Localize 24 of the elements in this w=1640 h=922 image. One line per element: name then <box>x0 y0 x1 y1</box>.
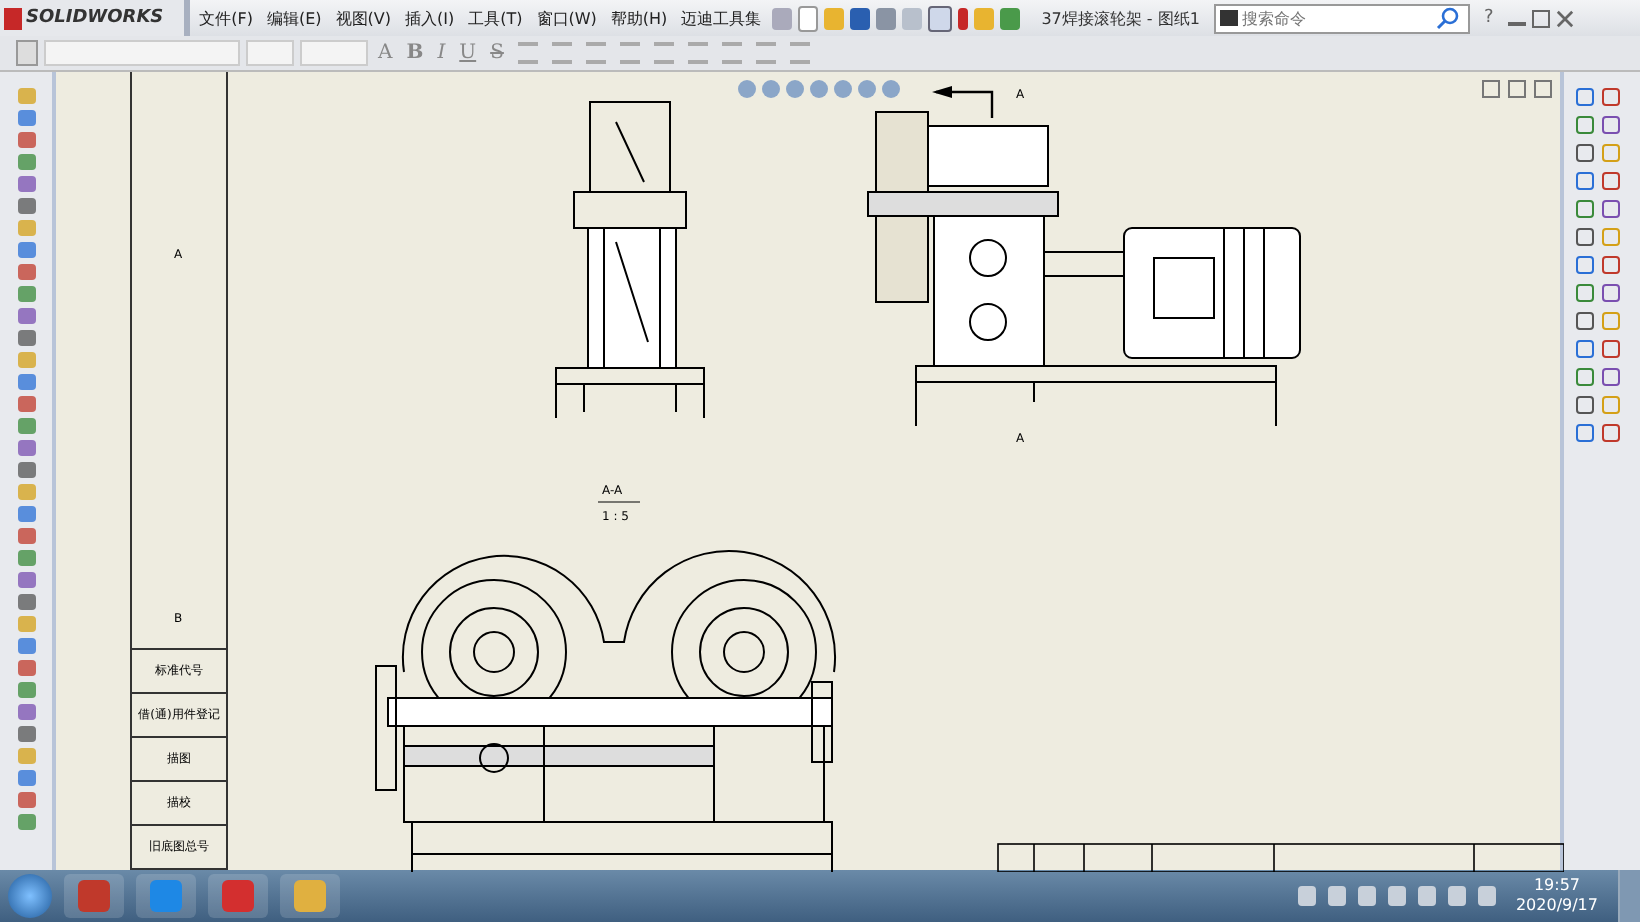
app-logo: SOLIDWORKS <box>0 0 190 36</box>
menu-item[interactable]: 编辑(E) <box>263 7 326 29</box>
start-orb-icon[interactable] <box>8 874 52 918</box>
command-icon <box>1219 10 1238 26</box>
clock-date: 2020/9/17 <box>1515 896 1598 916</box>
search-bar[interactable]: 搜索命令 <box>1213 3 1470 33</box>
search-icon <box>1435 6 1460 30</box>
clock-time: 19:57 <box>1533 876 1581 896</box>
height-field[interactable] <box>300 40 368 66</box>
logo-icon <box>4 7 22 29</box>
help-button[interactable]: ? <box>1475 8 1502 28</box>
close-icon[interactable] <box>1555 9 1574 27</box>
new-document-icon[interactable] <box>797 5 818 31</box>
menu-item[interactable]: 插入(I) <box>401 7 459 29</box>
close-icon[interactable] <box>1534 80 1552 98</box>
menu-item[interactable]: 视图(V) <box>331 7 396 29</box>
menu-item[interactable]: 文件(F) <box>195 7 257 29</box>
cutting-plane-arrow <box>932 86 994 118</box>
menu-item[interactable]: 帮助(H) <box>606 7 672 29</box>
menu-item[interactable]: 迈迪工具集 <box>677 7 766 29</box>
menu-item[interactable]: 工具(T) <box>464 7 527 29</box>
menu-item[interactable]: 窗口(W) <box>532 7 601 29</box>
search-field[interactable]: 搜索命令 <box>1241 9 1432 27</box>
document-title: 37焊接滚轮架 - 图纸1 <box>1041 7 1200 29</box>
